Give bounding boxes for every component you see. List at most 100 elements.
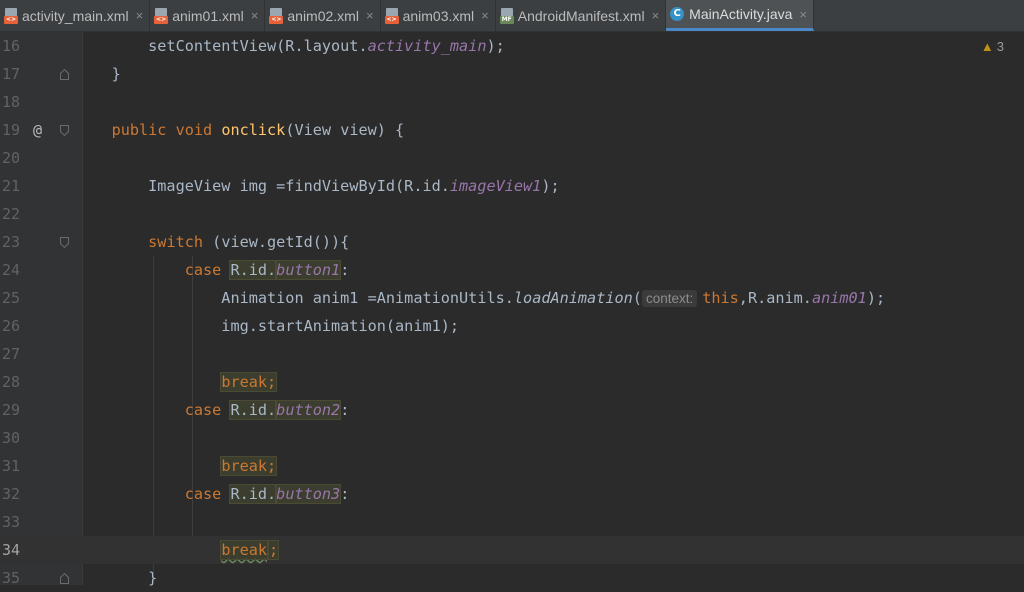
code-line[interactable]: 24 case R.id.button1: (0, 256, 1024, 284)
line-number: 17 (2, 65, 21, 83)
code-line[interactable]: 22 (0, 200, 1024, 228)
code-token: button3 (275, 484, 342, 504)
manifest-file-icon: MF (499, 7, 514, 24)
code-token: (View view) { (285, 121, 405, 139)
code-line[interactable]: 35 } (0, 564, 1024, 592)
fold-start-icon[interactable] (60, 125, 69, 136)
code-line[interactable]: 33 (0, 508, 1024, 536)
fold-end-icon[interactable] (60, 573, 69, 584)
line-number: 34 (2, 541, 21, 559)
code-token: ); (486, 37, 505, 55)
tab-label: anim03.xml (402, 7, 475, 24)
tab-androidmanifest-xml[interactable]: MF AndroidManifest.xml × (496, 0, 667, 31)
tab-anim03-xml[interactable]: <> anim03.xml × (381, 0, 496, 31)
code-text: break; (75, 368, 278, 396)
close-icon[interactable]: × (481, 8, 489, 23)
code-line[interactable]: 26 img.startAnimation(anim1); (0, 312, 1024, 340)
close-icon[interactable]: × (136, 8, 144, 23)
code-line[interactable]: 30 (0, 424, 1024, 452)
code-text: break; (75, 452, 278, 480)
code-token: ); (541, 177, 560, 195)
code-line[interactable]: 18 (0, 88, 1024, 116)
code-token: (view.getId()){ (203, 233, 350, 251)
code-text: case R.id.button1: (75, 256, 349, 284)
tab-activity-main-xml[interactable]: <> activity_main.xml × (0, 0, 151, 31)
code-token: : (340, 261, 350, 279)
java-class-icon: C (670, 7, 685, 21)
tab-anim02-xml[interactable]: <> anim02.xml × (265, 0, 381, 31)
code-line[interactable]: 27 (0, 340, 1024, 368)
close-icon[interactable]: × (799, 7, 807, 22)
fold-end-icon[interactable] (60, 69, 69, 80)
tab-mainactivity-java[interactable]: C MainActivity.java × (666, 0, 814, 31)
code-token: switch (148, 233, 204, 251)
line-number: 25 (2, 289, 21, 307)
code-line[interactable]: 23 switch (view.getId()){ (0, 228, 1024, 256)
code-line[interactable]: 21 ImageView img =findViewById(R.id.imag… (0, 172, 1024, 200)
code-line[interactable]: 17 } (0, 60, 1024, 88)
code-token: setContentView(R.layout. (75, 37, 368, 55)
code-token: imageView1 (449, 177, 542, 195)
code-token: R.id. (229, 400, 278, 420)
close-icon[interactable]: × (251, 8, 259, 23)
fold-start-icon[interactable] (60, 237, 69, 248)
code-line[interactable]: 34 break; (0, 536, 1024, 564)
line-number: 22 (2, 205, 21, 223)
code-line[interactable]: 32 case R.id.button3: (0, 480, 1024, 508)
code-token: case (184, 261, 231, 279)
override-marker-icon[interactable]: @ (33, 116, 42, 144)
code-text: img.startAnimation(anim1); (75, 312, 459, 340)
close-icon[interactable]: × (652, 8, 660, 23)
code-token: R.id. (229, 260, 278, 280)
code-line[interactable]: 20 (0, 144, 1024, 172)
tab-anim01-xml[interactable]: <> anim01.xml × (150, 0, 266, 31)
code-line[interactable]: 29 case R.id.button2: (0, 396, 1024, 424)
code-text: break; (75, 536, 280, 564)
code-token: onclick (221, 121, 286, 139)
tab-label: anim02.xml (287, 7, 359, 24)
code-line[interactable]: 16 setContentView(R.layout.activity_main… (0, 32, 1024, 60)
file-type-badge: MF (499, 15, 514, 24)
xml-file-icon: <> (4, 7, 18, 24)
line-number: 29 (2, 401, 21, 419)
code-token: } (75, 65, 121, 83)
code-token: ( (632, 289, 642, 307)
xml-file-icon: <> (154, 7, 169, 24)
line-number: 16 (2, 37, 21, 55)
code-token: ; (268, 540, 280, 560)
line-number: 18 (2, 93, 21, 111)
parameter-hint: context: (641, 290, 698, 307)
code-token: R.id. (229, 484, 278, 504)
tab-label: activity_main.xml (22, 7, 129, 24)
code-token: : (340, 401, 350, 419)
file-type-badge: <> (4, 15, 18, 24)
code-token: break (220, 540, 269, 560)
code-text: Animation anim1 =AnimationUtils.loadAnim… (75, 284, 885, 313)
close-icon[interactable]: × (366, 8, 374, 23)
code-line[interactable]: 31 break; (0, 452, 1024, 480)
line-number: 20 (2, 149, 21, 167)
code-token: ImageView img =findViewById(R.id. (75, 177, 450, 195)
code-text: switch (view.getId()){ (75, 228, 349, 256)
line-number: 27 (2, 345, 21, 363)
line-number: 28 (2, 373, 21, 391)
code-token: ); (866, 289, 886, 307)
code-editor[interactable]: ▲ 3 16 setContentView(R.layout.activity_m… (0, 32, 1024, 587)
editor-tab-bar: <> activity_main.xml × <> anim01.xml × <> anim0… (0, 0, 1024, 32)
code-token: : (340, 485, 350, 503)
line-number: 30 (2, 429, 21, 447)
tab-label: MainActivity.java (689, 6, 793, 22)
code-line[interactable]: 19 @ public void onclick(View view) { (0, 116, 1024, 144)
code-line[interactable]: 28 break; (0, 368, 1024, 396)
code-token: this (702, 289, 739, 307)
code-line[interactable]: 25 Animation anim1 =AnimationUtils.loadA… (0, 284, 1024, 312)
line-number: 26 (2, 317, 21, 335)
line-number: 24 (2, 261, 21, 279)
line-number: 33 (2, 513, 21, 531)
